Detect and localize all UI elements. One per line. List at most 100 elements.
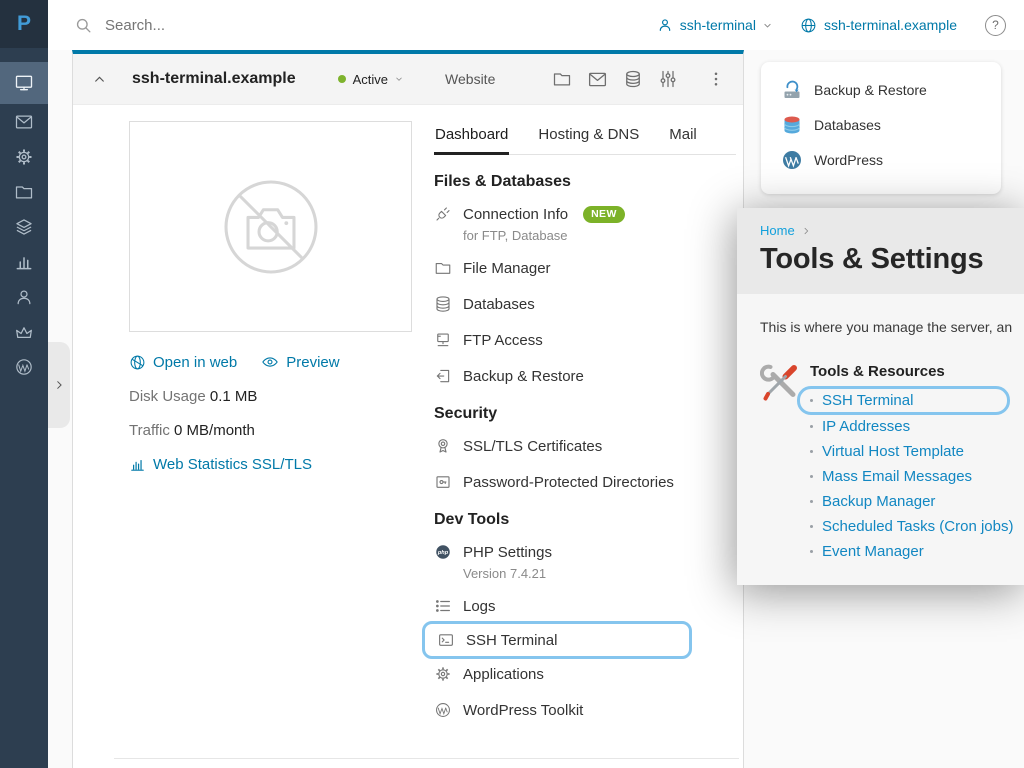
section-title-dev-tools: Dev Tools [434,511,736,529]
disk-usage-value: 0.1 MB [210,388,258,405]
sidebar-item-users[interactable] [0,279,48,314]
sidebar-item-mail[interactable] [0,104,48,139]
item-label: SSL/TLS Certificates [463,438,602,455]
help-icon[interactable]: ? [985,15,1006,36]
sidebar-item-account[interactable] [0,314,48,349]
ssh-terminal-link-highlight-box: SSH Terminal [797,386,1010,415]
item-connection-info[interactable]: Connection Info NEW [434,203,736,225]
item-ssh-terminal[interactable]: SSH Terminal [437,631,677,649]
sidebar-expand-flap[interactable] [48,342,70,428]
collapse-chevron-up-icon[interactable] [93,73,106,86]
domain-header-actions [552,69,725,90]
tools-link-label: Scheduled Tasks (Cron jobs) [822,518,1013,535]
plesk-logo[interactable]: P [0,0,48,48]
crown-icon [14,322,34,342]
domain-card: ssh-terminal.example Active Website Open… [72,50,744,768]
item-label: Connection Info [463,206,568,223]
search-area [74,16,425,35]
folder-icon [434,259,452,277]
bar-chart-icon [14,252,34,272]
item-applications[interactable]: Applications [434,663,736,685]
item-label: Databases [463,296,535,313]
bullet-dot [810,550,813,553]
tools-link-backup-manager[interactable]: Backup Manager [810,491,1013,511]
quick-item-label: WordPress [814,152,883,168]
tools-link-ip-addresses[interactable]: IP Addresses [810,416,1013,436]
quick-databases[interactable]: Databases [782,115,1001,135]
chevron-right-icon [54,380,64,390]
item-ssl-certificates[interactable]: SSL/TLS Certificates [434,435,736,457]
sidebar-item-statistics[interactable] [0,244,48,279]
wordpress-color-icon [782,150,802,170]
new-badge: NEW [583,206,625,223]
chevron-right-icon [802,227,810,235]
gear-icon [434,665,452,683]
monitor-icon [14,73,34,93]
item-label: FTP Access [463,332,543,349]
tools-link-virtual-host-template[interactable]: Virtual Host Template [810,441,1013,461]
traffic-label: Traffic [129,422,170,439]
preview-links: Open in web Preview [129,353,414,371]
certificate-icon [434,437,452,455]
preview-link[interactable]: Preview [261,353,339,371]
item-databases[interactable]: Databases [434,293,736,315]
open-in-web-link[interactable]: Open in web [129,353,237,371]
tools-link-ssh-terminal[interactable]: SSH Terminal [810,392,995,409]
ssh-terminal-highlight-box: SSH Terminal [422,621,692,659]
search-icon [74,16,93,35]
dashboard-column: Dashboard Hosting & DNS Mail Files & Dat… [434,121,736,735]
php-icon: php [434,543,452,561]
tools-link-mass-email-messages[interactable]: Mass Email Messages [810,466,1013,486]
left-sidebar: P [0,0,48,768]
breadcrumb: Home [760,223,1024,238]
item-backup-restore[interactable]: Backup & Restore [434,365,736,387]
item-php-settings[interactable]: php PHP Settings [434,541,736,563]
file-manager-icon[interactable] [552,69,572,89]
tools-link-event-manager[interactable]: Event Manager [810,541,1013,561]
chevron-down-icon [763,21,772,30]
traffic-metric: Traffic 0 MB/month [129,422,414,439]
sidebar-item-databases[interactable] [0,209,48,244]
current-site-link[interactable]: ssh-terminal.example [800,17,957,34]
breadcrumb-home-link[interactable]: Home [760,223,795,238]
database-color-icon [782,115,802,135]
sidebar-item-settings[interactable] [0,139,48,174]
overlay-body: This is where you manage the server, an … [737,294,1024,585]
tab-hosting-dns[interactable]: Hosting & DNS [537,121,640,154]
overlay-header: Home Tools & Settings [737,208,1024,294]
tab-mail[interactable]: Mail [668,121,698,154]
database-icon[interactable] [623,69,643,89]
user-icon [657,17,673,33]
tools-resources-content: Tools & Resources SSH Terminal IP Addres… [810,360,1013,566]
site-screenshot-placeholder [129,121,412,332]
item-wordpress-toolkit[interactable]: WordPress Toolkit [434,699,736,721]
user-menu[interactable]: ssh-terminal [657,17,772,33]
item-logs[interactable]: Logs [434,595,736,617]
sliders-icon[interactable] [658,69,678,89]
quick-backup-restore[interactable]: Backup & Restore [782,80,1001,100]
tools-link-scheduled-tasks[interactable]: Scheduled Tasks (Cron jobs) [810,516,1013,536]
sidebar-item-wordpress[interactable] [0,349,48,384]
mail-icon[interactable] [587,69,608,90]
tools-link-label: SSH Terminal [822,392,913,409]
sidebar-item-websites[interactable] [0,62,48,104]
item-ftp-access[interactable]: FTP Access [434,329,736,351]
item-label: Applications [463,666,544,683]
item-file-manager[interactable]: File Manager [434,257,736,279]
item-password-protected[interactable]: Password-Protected Directories [434,471,736,493]
preview-label: Preview [286,354,339,371]
tools-link-label: Mass Email Messages [822,468,972,485]
tab-dashboard[interactable]: Dashboard [434,121,509,155]
bullet-dot [810,399,813,402]
sidebar-item-files[interactable] [0,174,48,209]
item-label: Logs [463,598,496,615]
web-statistics-link[interactable]: Web Statistics SSL/TLS [129,456,414,473]
terminal-icon [437,631,455,649]
search-input[interactable] [105,17,425,34]
domain-tabs: Dashboard Hosting & DNS Mail [434,121,736,155]
bullet-dot [810,450,813,453]
top-bar: ssh-terminal ssh-terminal.example ? [48,0,1024,50]
quick-wordpress[interactable]: WordPress [782,150,1001,170]
status-badge[interactable]: Active [338,72,403,87]
kebab-menu-icon[interactable] [707,70,725,88]
